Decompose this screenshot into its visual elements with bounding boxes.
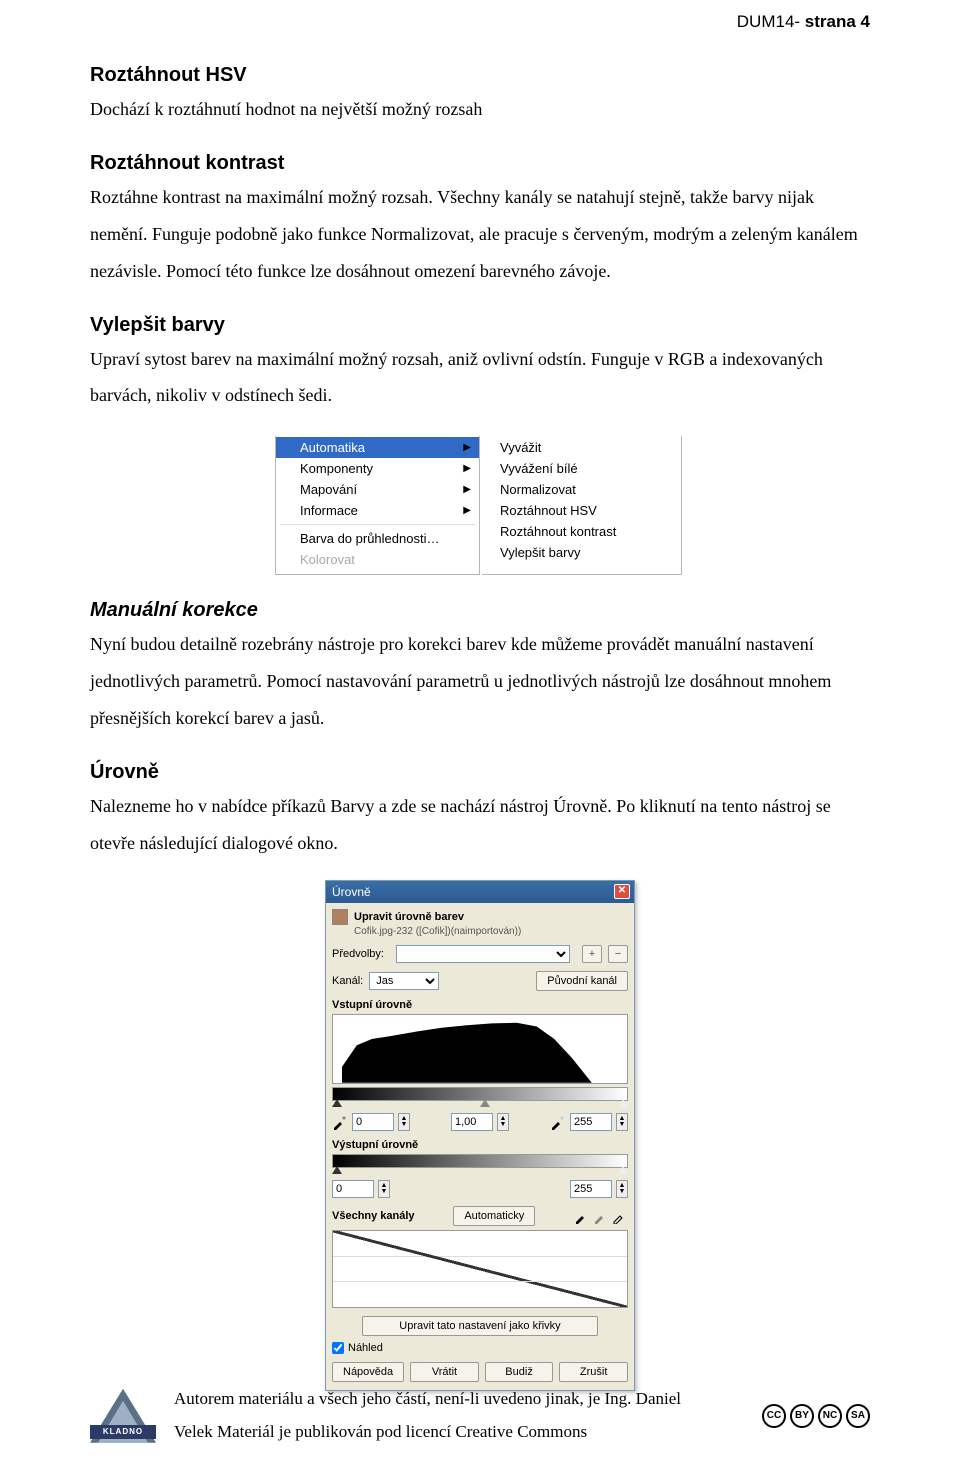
menu-item[interactable]: Vyvážení bílé bbox=[482, 458, 681, 479]
dialog-title: Úrovně bbox=[332, 885, 371, 899]
chevron-right-icon: ▶ bbox=[463, 463, 471, 474]
white-eyedropper-icon[interactable] bbox=[550, 1114, 566, 1130]
menu-item[interactable]: Barva do průhlednosti… bbox=[276, 528, 479, 549]
cc-cc-icon: CC bbox=[762, 1404, 786, 1428]
input-high-field[interactable] bbox=[570, 1113, 612, 1131]
cc-license-icons: CCBYNCSA bbox=[762, 1404, 870, 1428]
chevron-right-icon: ▶ bbox=[463, 442, 471, 453]
presets-combo[interactable] bbox=[396, 945, 570, 963]
header-page: strana 4 bbox=[805, 12, 870, 31]
body-urovne: Nalezneme ho v nabídce příkazů Barvy a z… bbox=[90, 788, 870, 862]
menu-item[interactable]: Komponenty▶ bbox=[276, 458, 479, 479]
black-eyedropper-icon[interactable] bbox=[332, 1114, 348, 1130]
body-kontrast: Roztáhne kontrast na maximální možný roz… bbox=[90, 179, 870, 290]
heading-hsv: Roztáhnout HSV bbox=[90, 64, 870, 87]
channel-label: Kanál: bbox=[332, 975, 363, 987]
output-slider[interactable] bbox=[332, 1168, 628, 1176]
help-button[interactable]: Nápověda bbox=[332, 1362, 404, 1382]
input-low-field[interactable] bbox=[352, 1113, 394, 1131]
menu-right-panel: VyvážitVyvážení bíléNormalizovatRoztáhno… bbox=[482, 436, 682, 575]
menu-screenshot: Automatika▶Komponenty▶Mapování▶Informace… bbox=[275, 436, 685, 575]
curves-preview bbox=[332, 1230, 628, 1308]
image-thumb-icon bbox=[332, 909, 348, 925]
footer-text: Autorem materiálu a všech jeho částí, ne… bbox=[174, 1383, 681, 1448]
add-preset-icon[interactable]: + bbox=[582, 945, 602, 963]
spinner-icon[interactable]: ▲▼ bbox=[497, 1113, 509, 1131]
preview-checkbox[interactable]: Náhled bbox=[332, 1342, 628, 1354]
school-logo-icon: KLADNO bbox=[90, 1389, 156, 1443]
spinner-icon[interactable]: ▲▼ bbox=[398, 1113, 410, 1131]
menu-left-panel: Automatika▶Komponenty▶Mapování▶Informace… bbox=[275, 436, 480, 575]
menu-item[interactable]: Mapování▶ bbox=[276, 479, 479, 500]
white-eyedropper-icon[interactable] bbox=[612, 1208, 628, 1224]
menu-item[interactable]: Kolorovat bbox=[276, 549, 479, 570]
levels-dialog: Úrovně ✕ Upravit úrovně barev Cofik.jpg-… bbox=[325, 880, 635, 1391]
heading-vylepsit: Vylepšit barvy bbox=[90, 314, 870, 337]
black-eyedropper-icon[interactable] bbox=[574, 1208, 590, 1224]
heading-kontrast: Roztáhnout kontrast bbox=[90, 152, 870, 175]
menu-item[interactable]: Roztáhnout HSV bbox=[482, 500, 681, 521]
page-header: DUM14- strana 4 bbox=[737, 12, 870, 32]
menu-item[interactable]: Vylepšit barvy bbox=[482, 542, 681, 563]
all-channels-label: Všechny kanály bbox=[332, 1210, 415, 1222]
menu-item[interactable]: Automatika▶ bbox=[276, 437, 479, 458]
presets-label: Předvolby: bbox=[332, 948, 384, 960]
channel-combo[interactable]: Jas bbox=[369, 972, 439, 990]
close-icon[interactable]: ✕ bbox=[614, 884, 630, 899]
preview-label: Náhled bbox=[348, 1342, 383, 1354]
spinner-icon[interactable]: ▲▼ bbox=[378, 1180, 390, 1198]
body-hsv: Dochází k roztáhnutí hodnot na největší … bbox=[90, 91, 870, 128]
menu-item[interactable]: Roztáhnout kontrast bbox=[482, 521, 681, 542]
output-low-field[interactable] bbox=[332, 1180, 374, 1198]
input-gamma-field[interactable] bbox=[451, 1113, 493, 1131]
header-prefix: DUM14- bbox=[737, 12, 805, 31]
remove-preset-icon[interactable]: − bbox=[608, 945, 628, 963]
body-vylepsit: Upraví sytost barev na maximální možný r… bbox=[90, 341, 870, 415]
menu-item[interactable]: Vyvážit bbox=[482, 437, 681, 458]
output-gradient bbox=[332, 1154, 628, 1168]
chevron-right-icon: ▶ bbox=[463, 484, 471, 495]
body-manual: Nyní budou detailně rozebrány nástroje p… bbox=[90, 626, 870, 737]
menu-item[interactable]: Normalizovat bbox=[482, 479, 681, 500]
cc-by-icon: BY bbox=[790, 1404, 814, 1428]
cancel-button[interactable]: Zrušit bbox=[559, 1362, 628, 1382]
cc-nc-icon: NC bbox=[818, 1404, 842, 1428]
reset-button[interactable]: Vrátit bbox=[410, 1362, 479, 1382]
auto-button[interactable]: Automaticky bbox=[453, 1206, 535, 1226]
dialog-subtitle: Upravit úrovně barev bbox=[354, 911, 464, 923]
heading-urovne: Úrovně bbox=[90, 761, 870, 784]
dialog-titlebar[interactable]: Úrovně ✕ bbox=[326, 881, 634, 903]
menu-item[interactable]: Informace▶ bbox=[276, 500, 479, 521]
page-footer: KLADNO Autorem materiálu a všech jeho čá… bbox=[90, 1383, 870, 1448]
edit-as-curves-button[interactable]: Upravit tato nastavení jako křivky bbox=[362, 1316, 599, 1336]
input-levels-label: Vstupní úrovně bbox=[332, 999, 628, 1011]
spinner-icon[interactable]: ▲▼ bbox=[616, 1180, 628, 1198]
heading-manual: Manuální korekce bbox=[90, 599, 870, 622]
reset-channel-button[interactable]: Původní kanál bbox=[536, 971, 628, 991]
gray-eyedropper-icon[interactable] bbox=[593, 1208, 609, 1224]
input-slider[interactable] bbox=[332, 1101, 628, 1109]
chevron-right-icon: ▶ bbox=[463, 505, 471, 516]
ok-button[interactable]: Budiž bbox=[485, 1362, 554, 1382]
output-high-field[interactable] bbox=[570, 1180, 612, 1198]
spinner-icon[interactable]: ▲▼ bbox=[616, 1113, 628, 1131]
dialog-filename: Cofik.jpg-232 ([Cofik])(naimportován)) bbox=[332, 926, 628, 937]
cc-sa-icon: SA bbox=[846, 1404, 870, 1428]
output-levels-label: Výstupní úrovně bbox=[332, 1139, 628, 1151]
histogram bbox=[332, 1014, 628, 1084]
preview-checkbox-input[interactable] bbox=[332, 1342, 344, 1354]
